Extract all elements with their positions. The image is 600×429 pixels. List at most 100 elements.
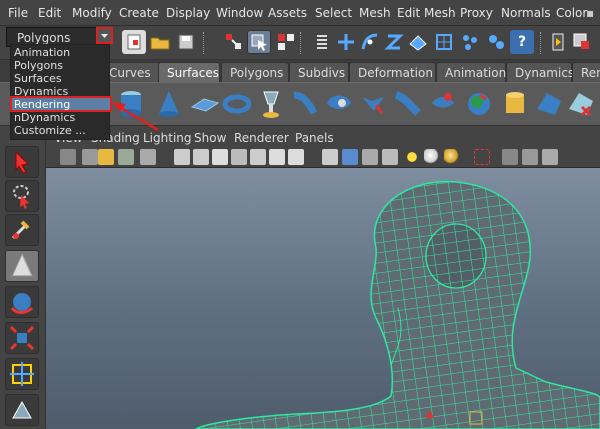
snap-view-plane-icon[interactable] xyxy=(406,30,430,54)
menu-proxy[interactable]: Proxy xyxy=(460,6,493,20)
camera-attributes-icon[interactable] xyxy=(82,149,98,165)
menubar-overflow-icon[interactable]: ▪ xyxy=(586,6,594,20)
menu-modify[interactable]: Modify xyxy=(72,6,112,20)
menu-window[interactable]: Window xyxy=(216,6,263,20)
menu-normals[interactable]: Normals xyxy=(501,6,551,20)
loft-icon[interactable] xyxy=(288,87,322,121)
paint-select-tool-icon[interactable] xyxy=(5,214,39,246)
menu-mesh[interactable]: Mesh xyxy=(359,6,391,20)
menu-set-option-ndynamics[interactable]: nDynamics xyxy=(14,111,75,124)
tab-polygons[interactable]: Polygons xyxy=(221,62,289,82)
tab-dynamics[interactable]: Dynamics xyxy=(506,62,574,82)
soft-mod-tool-icon[interactable] xyxy=(5,394,39,426)
tab-surfaces[interactable]: Surfaces xyxy=(158,62,220,82)
tab-rendering[interactable]: Ren xyxy=(572,62,600,82)
menu-color[interactable]: Color xyxy=(556,6,587,20)
shadows-icon[interactable] xyxy=(444,149,460,165)
render-settings-icon[interactable] xyxy=(484,30,508,54)
viewport-3d[interactable] xyxy=(46,168,600,429)
select-component-icon[interactable] xyxy=(274,30,298,54)
menu-set-option-rendering[interactable]: Rendering xyxy=(10,96,112,112)
bevel-plus-icon[interactable] xyxy=(498,87,532,121)
menu-select[interactable]: Select xyxy=(315,6,352,20)
smooth-shade-icon[interactable] xyxy=(342,149,358,165)
menu-display[interactable]: Display xyxy=(166,6,210,20)
chevron-down-icon xyxy=(101,34,108,38)
construction-history-icon[interactable] xyxy=(458,30,482,54)
isolate-select-icon[interactable] xyxy=(474,149,490,165)
birail-icon[interactable] xyxy=(390,87,424,121)
trim-tool-icon[interactable] xyxy=(532,87,566,121)
menu-assets[interactable]: Assets xyxy=(268,6,307,20)
tab-animation[interactable]: Animation xyxy=(436,62,506,82)
tab-subdivs[interactable]: Subdivs xyxy=(289,62,349,82)
annotation-arrow-icon xyxy=(112,102,159,132)
main-menubar: File Edit Modify Create Display Window A… xyxy=(0,0,600,26)
use-default-light-icon[interactable] xyxy=(404,149,420,165)
menu-edit-mesh[interactable]: Edit Mesh xyxy=(397,6,456,20)
menu-set-dropdown-list: Animation Polygons Surfaces Dynamics nDy… xyxy=(10,44,110,140)
xray-icon[interactable] xyxy=(502,149,518,165)
move-tool-icon[interactable] xyxy=(5,250,39,282)
film-gate-icon[interactable] xyxy=(193,149,209,165)
wireframe-character-model xyxy=(194,180,600,429)
image-plane-icon[interactable] xyxy=(118,149,134,165)
nurbs-plane-icon[interactable] xyxy=(188,87,222,121)
gate-mask-icon[interactable] xyxy=(231,149,247,165)
resolution-gate-icon[interactable] xyxy=(212,149,228,165)
camera-select-icon[interactable] xyxy=(60,149,76,165)
lock-selection-icon[interactable] xyxy=(310,30,334,54)
wireframe-icon[interactable] xyxy=(322,149,338,165)
panel-menu-show[interactable]: Show xyxy=(194,131,226,145)
select-tool-icon[interactable] xyxy=(5,146,39,178)
snap-point-icon[interactable] xyxy=(382,30,406,54)
planar-icon[interactable] xyxy=(322,87,356,121)
lasso-tool-icon[interactable] xyxy=(5,180,39,212)
help-icon[interactable]: ? xyxy=(510,30,534,54)
menu-file[interactable]: File xyxy=(8,6,28,20)
safe-title-icon[interactable] xyxy=(288,149,304,165)
panel-toolbar xyxy=(46,146,600,168)
field-chart-icon[interactable] xyxy=(250,149,266,165)
menu-set-option-customize[interactable]: Customize ... xyxy=(14,124,86,137)
select-hierarchy-icon[interactable] xyxy=(222,30,246,54)
extrude-icon[interactable] xyxy=(356,87,390,121)
use-all-lights-icon[interactable] xyxy=(424,149,440,165)
manipulator-tool-icon[interactable] xyxy=(5,358,39,390)
menu-edit[interactable]: Edit xyxy=(38,6,61,20)
grid-icon[interactable] xyxy=(174,149,190,165)
menu-set-option-polygons[interactable]: Polygons xyxy=(14,59,63,72)
2d-pan-zoom-icon[interactable] xyxy=(140,149,156,165)
menu-set-option-surfaces[interactable]: Surfaces xyxy=(14,72,62,85)
panel-menu-renderer[interactable]: Renderer xyxy=(234,131,289,145)
save-scene-icon[interactable] xyxy=(174,30,198,54)
menu-create[interactable]: Create xyxy=(119,6,159,20)
ipr-render-icon[interactable] xyxy=(570,30,594,54)
snap-grid-icon[interactable] xyxy=(334,30,358,54)
xray-joints-icon[interactable] xyxy=(522,149,538,165)
texture-icon[interactable] xyxy=(362,149,378,165)
make-live-icon[interactable] xyxy=(432,30,456,54)
snap-curve-icon[interactable] xyxy=(358,30,382,54)
boundary-icon[interactable] xyxy=(426,87,460,121)
square-surface-icon[interactable] xyxy=(462,87,496,121)
scale-tool-icon[interactable] xyxy=(5,322,39,354)
open-folder-icon[interactable] xyxy=(148,30,172,54)
menu-set-dropdown-button[interactable] xyxy=(96,27,113,44)
new-scene-icon[interactable] xyxy=(122,30,146,54)
untrim-icon[interactable] xyxy=(564,87,598,121)
safe-action-icon[interactable] xyxy=(269,149,285,165)
select-object-icon[interactable] xyxy=(247,30,271,54)
separator xyxy=(540,32,542,54)
nurbs-torus-icon[interactable] xyxy=(220,87,254,121)
rotate-tool-icon[interactable] xyxy=(5,286,39,318)
xray-components-icon[interactable] xyxy=(542,149,558,165)
wireframe-on-shaded-icon[interactable] xyxy=(382,149,398,165)
revolve-icon[interactable] xyxy=(254,87,288,121)
tab-deformation[interactable]: Deformation xyxy=(349,62,436,82)
toolbox xyxy=(0,126,46,429)
bookmarks-icon[interactable] xyxy=(98,149,114,165)
panel-menu-panels[interactable]: Panels xyxy=(295,131,334,145)
menu-set-option-animation[interactable]: Animation xyxy=(14,46,70,59)
render-current-frame-icon[interactable] xyxy=(546,30,570,54)
